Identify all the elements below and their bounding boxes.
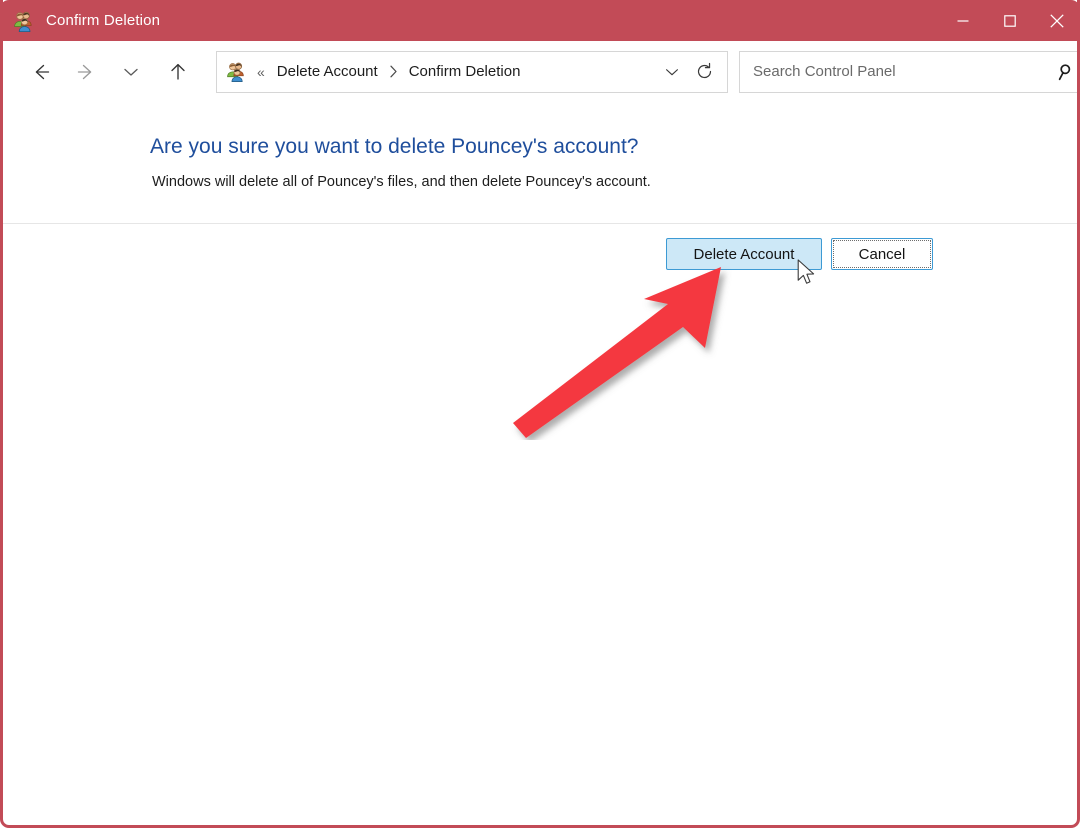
page-title: Are you sure you want to delete Pouncey'… [150,135,639,158]
address-bar[interactable]: « Delete Account Confirm Deletion [216,50,728,93]
breadcrumb-separator-icon [389,65,398,78]
refresh-icon[interactable] [688,52,720,92]
main-content: Are you sure you want to delete Pouncey'… [3,102,1077,223]
window-title: Confirm Deletion [46,12,161,29]
recent-locations-chevron-down-icon[interactable] [114,55,148,89]
window-controls [939,0,1077,41]
search-input[interactable]: Search Control Panel [753,63,1058,80]
breadcrumb-overflow[interactable]: « [257,64,265,80]
search-box[interactable]: Search Control Panel [739,50,1077,93]
maximize-button[interactable] [986,0,1033,41]
breadcrumb-item-delete-account[interactable]: Delete Account [277,63,378,80]
control-panel-window: Confirm Deletion « Delete Account Confir… [0,0,1080,828]
action-button-row: Delete Account Cancel [3,224,1077,286]
navigation-toolbar: « Delete Account Confirm Deletion Search… [3,41,1077,102]
search-icon[interactable] [1058,63,1076,81]
breadcrumb-item-confirm-deletion[interactable]: Confirm Deletion [409,63,521,80]
minimize-button[interactable] [939,0,986,41]
user-accounts-icon [13,10,35,32]
page-description: Windows will delete all of Pouncey's fil… [152,174,651,190]
forward-button[interactable] [69,55,103,89]
breadcrumb-user-accounts-icon [226,61,247,82]
delete-account-button[interactable]: Delete Account [666,238,822,270]
title-bar[interactable]: Confirm Deletion [3,0,1077,41]
address-dropdown-chevron-down-icon[interactable] [656,52,688,92]
up-button[interactable] [161,55,195,89]
back-button[interactable] [24,55,58,89]
cancel-button[interactable]: Cancel [831,238,933,270]
close-button[interactable] [1033,0,1077,41]
